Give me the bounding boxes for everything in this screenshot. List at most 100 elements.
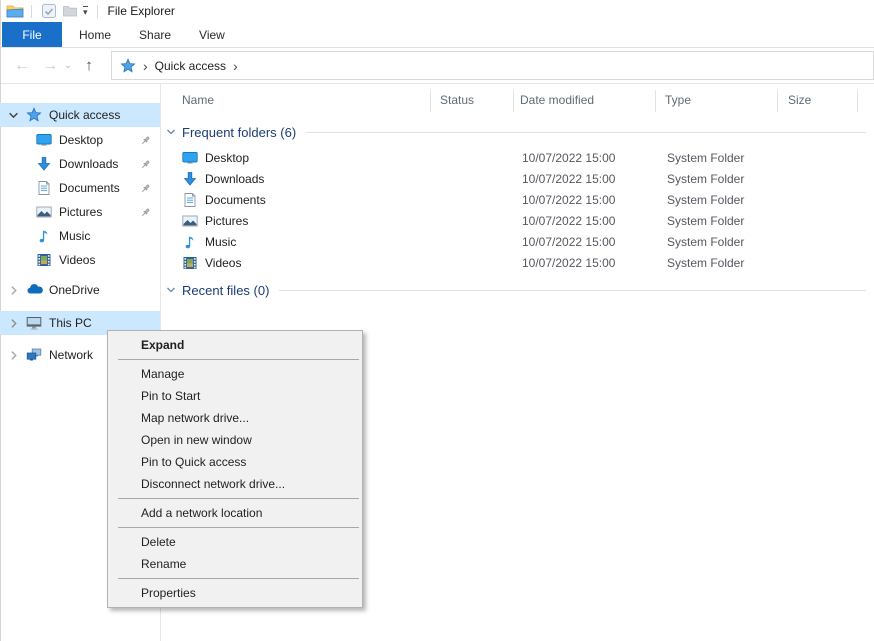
menu-item-pin-to-start[interactable]: Pin to Start — [108, 385, 362, 407]
recent-locations-chevron-icon[interactable]: ⌄ — [61, 48, 75, 83]
menu-item-disconnect-network-drive[interactable]: Disconnect network drive... — [108, 473, 362, 495]
sidebar-item-label: Videos — [59, 253, 95, 267]
sidebar-item-documents[interactable]: Documents — [0, 176, 160, 200]
menu-item-manage[interactable]: Manage — [108, 363, 362, 385]
group-header-recent-files[interactable]: Recent files (0) — [160, 281, 866, 299]
music-icon — [182, 234, 198, 250]
tab-view[interactable]: View — [185, 22, 239, 47]
quick-access-star-icon — [120, 58, 136, 74]
sidebar-item-desktop[interactable]: Desktop — [0, 128, 160, 152]
group-header-line — [306, 132, 866, 133]
videos-icon — [182, 255, 198, 271]
chevron-down-icon[interactable] — [166, 127, 176, 137]
file-row-pictures[interactable]: Pictures 10/07/2022 15:00 System Folder — [160, 210, 874, 231]
downloads-icon — [36, 156, 52, 172]
file-row-downloads[interactable]: Downloads 10/07/2022 15:00 System Folder — [160, 168, 874, 189]
file-date-modified: 10/07/2022 15:00 — [522, 151, 615, 165]
qat-new-folder-button[interactable] — [61, 3, 78, 20]
downloads-icon — [182, 171, 198, 187]
sidebar-item-label: Pictures — [59, 205, 102, 219]
sidebar-item-pictures[interactable]: Pictures — [0, 200, 160, 224]
desktop-icon — [182, 150, 198, 166]
sidebar-item-label: Quick access — [49, 108, 120, 122]
file-name: Downloads — [205, 172, 264, 186]
network-icon — [26, 347, 42, 363]
sidebar-item-label: This PC — [49, 316, 92, 330]
pin-icon — [139, 134, 152, 147]
column-divider[interactable] — [513, 90, 514, 112]
file-date-modified: 10/07/2022 15:00 — [522, 256, 615, 270]
file-row-videos[interactable]: Videos 10/07/2022 15:00 System Folder — [160, 252, 874, 273]
column-divider[interactable] — [777, 90, 778, 112]
videos-icon — [36, 252, 52, 268]
column-header-name[interactable]: Name — [182, 93, 214, 107]
column-header-size[interactable]: Size — [788, 93, 811, 107]
navigation-bar: ← → ⌄ ↑ › Quick access › — [1, 48, 874, 84]
file-name: Desktop — [205, 151, 249, 165]
column-header-type[interactable]: Type — [665, 93, 691, 107]
menu-separator — [118, 498, 359, 499]
breadcrumb-chevron-icon[interactable]: › — [143, 59, 148, 73]
menu-item-pin-to-quick-access[interactable]: Pin to Quick access — [108, 451, 362, 473]
pictures-icon — [36, 204, 52, 220]
chevron-right-icon[interactable] — [8, 350, 19, 361]
forward-arrow-icon[interactable]: → — [39, 48, 61, 83]
file-date-modified: 10/07/2022 15:00 — [522, 214, 615, 228]
sidebar-item-label: Documents — [59, 181, 120, 195]
column-divider[interactable] — [430, 90, 431, 112]
address-bar[interactable]: › Quick access › — [111, 51, 874, 80]
group-header-label[interactable]: Recent files (0) — [182, 283, 269, 298]
menu-item-map-network-drive[interactable]: Map network drive... — [108, 407, 362, 429]
menu-item-rename[interactable]: Rename — [108, 553, 362, 575]
quick-access-star-icon — [26, 107, 42, 123]
file-row-music[interactable]: Music 10/07/2022 15:00 System Folder — [160, 231, 874, 252]
up-arrow-icon[interactable]: ↑ — [77, 48, 101, 83]
tab-file[interactable]: File — [2, 22, 62, 47]
menu-item-properties[interactable]: Properties — [108, 582, 362, 604]
column-divider[interactable] — [655, 90, 656, 112]
breadcrumb-location[interactable]: Quick access — [155, 59, 226, 73]
file-type: System Folder — [667, 235, 744, 249]
menu-separator — [118, 359, 359, 360]
chevron-down-icon[interactable] — [8, 110, 19, 121]
sidebar-item-music[interactable]: Music — [0, 224, 160, 248]
group-header-frequent-folders[interactable]: Frequent folders (6) — [160, 123, 866, 141]
music-icon — [36, 228, 52, 244]
pin-icon — [139, 158, 152, 171]
menu-item-open-in-new-window[interactable]: Open in new window — [108, 429, 362, 451]
menu-item-delete[interactable]: Delete — [108, 531, 362, 553]
column-header-date-modified[interactable]: Date modified — [520, 93, 594, 107]
pin-icon — [139, 182, 152, 195]
group-header-line — [279, 290, 866, 291]
file-name: Pictures — [205, 214, 248, 228]
file-date-modified: 10/07/2022 15:00 — [522, 235, 615, 249]
file-type: System Folder — [667, 151, 744, 165]
sidebar-item-label: Music — [59, 229, 90, 243]
sidebar-item-label: Downloads — [59, 157, 118, 171]
qat-properties-button[interactable] — [40, 3, 57, 20]
sidebar-item-videos[interactable]: Videos — [0, 248, 160, 272]
tab-share[interactable]: Share — [125, 22, 185, 47]
tab-home[interactable]: Home — [65, 22, 125, 47]
chevron-down-icon[interactable] — [166, 285, 176, 295]
column-divider[interactable] — [857, 90, 858, 112]
sidebar-item-downloads[interactable]: Downloads — [0, 152, 160, 176]
breadcrumb-chevron-icon[interactable]: › — [233, 59, 238, 73]
qat-customize-dropdown-icon[interactable]: ▾ — [83, 6, 88, 17]
menu-item-add-a-network-location[interactable]: Add a network location — [108, 502, 362, 524]
sidebar-item-quick-access[interactable]: Quick access — [0, 103, 160, 127]
column-headers: Name Status Date modified Type Size — [160, 88, 874, 114]
chevron-right-icon[interactable] — [8, 285, 19, 296]
file-row-documents[interactable]: Documents 10/07/2022 15:00 System Folder — [160, 189, 874, 210]
file-row-desktop[interactable]: Desktop 10/07/2022 15:00 System Folder — [160, 147, 874, 168]
sidebar-item-onedrive[interactable]: OneDrive — [0, 278, 160, 302]
menu-item-expand[interactable]: Expand — [108, 334, 362, 356]
column-header-status[interactable]: Status — [440, 93, 474, 107]
file-name: Documents — [205, 193, 266, 207]
file-date-modified: 10/07/2022 15:00 — [522, 172, 615, 186]
back-arrow-icon[interactable]: ← — [11, 48, 33, 83]
title-bar: ▾ File Explorer — [1, 0, 874, 22]
file-name: Music — [205, 235, 236, 249]
chevron-right-icon[interactable] — [8, 318, 19, 329]
group-header-label[interactable]: Frequent folders (6) — [182, 125, 296, 140]
